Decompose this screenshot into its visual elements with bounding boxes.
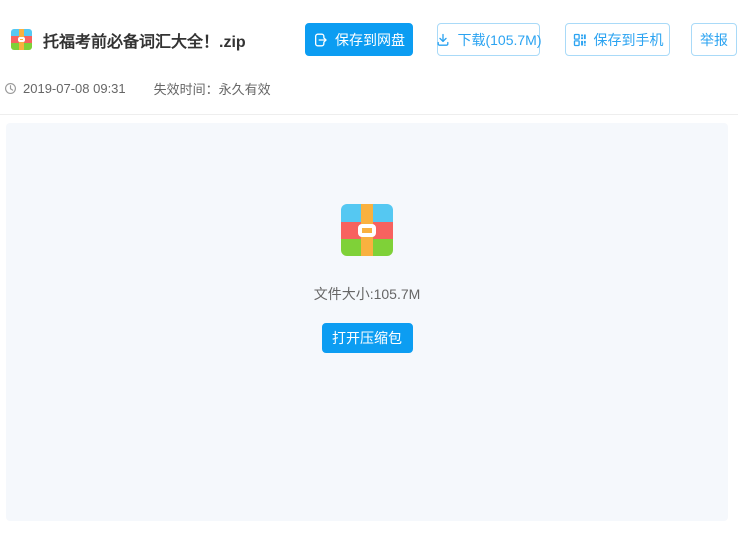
save-to-phone-button[interactable]: 保存到手机 (565, 23, 670, 56)
save-to-netdisk-button[interactable]: 保存到网盘 (305, 23, 413, 56)
qr-code-icon (573, 33, 586, 46)
open-archive-button[interactable]: 打开压缩包 (321, 323, 413, 353)
share-timestamp: 2019-07-08 09:31 (23, 81, 126, 96)
report-label: 举报 (700, 31, 728, 48)
download-icon (438, 33, 449, 46)
zip-archive-icon (11, 29, 32, 50)
export-to-drive-icon (315, 33, 327, 46)
clock-icon (5, 83, 16, 94)
file-size-label: 文件大小:105.7M (313, 286, 421, 302)
report-button[interactable]: 举报 (691, 23, 737, 56)
header-actions: 保存到网盘 下载(105.7M) 保存到手机 举报 (305, 23, 737, 56)
header-divider (0, 114, 738, 115)
download-button[interactable]: 下载(105.7M) (437, 23, 542, 56)
archive-buckle (17, 36, 26, 43)
file-name: 托福考前必备词汇大全！.zip (43, 33, 246, 51)
download-label: 下载(105.7M) (457, 31, 542, 48)
file-share-page: 托福考前必备词汇大全！.zip 保存到网盘 下载(105.7M) 保存到手机 举… (0, 23, 738, 551)
zip-archive-preview-icon (341, 204, 393, 256)
save-to-phone-label: 保存到手机 (593, 31, 664, 48)
file-preview-panel: 文件大小:105.7M 打开压缩包 (6, 123, 728, 521)
save-to-netdisk-label: 保存到网盘 (335, 31, 405, 48)
file-header: 托福考前必备词汇大全！.zip 保存到网盘 下载(105.7M) 保存到手机 举… (11, 23, 738, 56)
expiry-info: 失效时间：永久有效 (153, 82, 271, 97)
share-meta: 2019-07-08 09:31 失效时间：永久有效 (4, 81, 738, 97)
archive-buckle (357, 223, 377, 237)
